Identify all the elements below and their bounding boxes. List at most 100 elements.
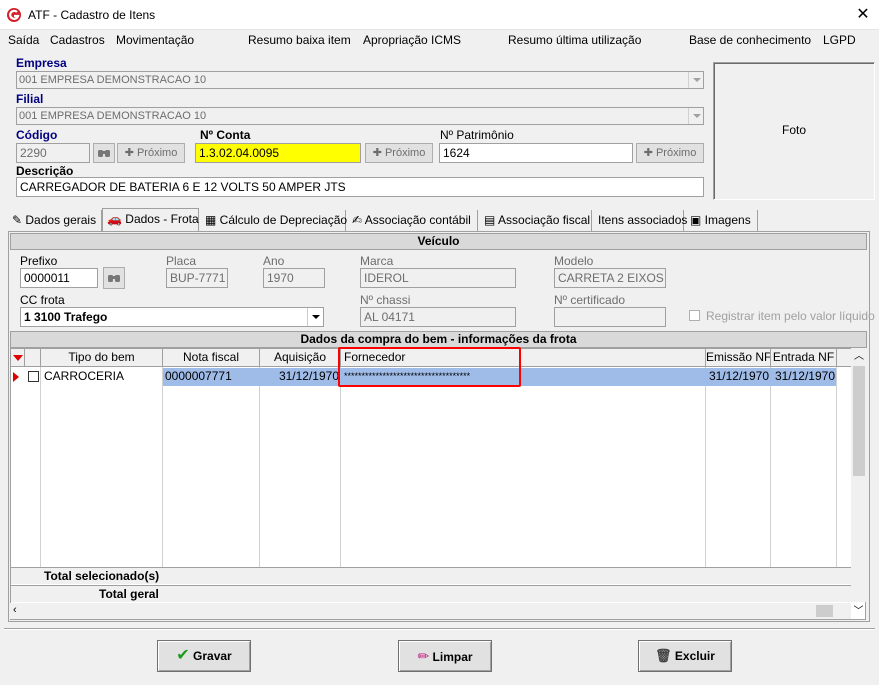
menu-resumo-baixa[interactable]: Resumo baixa item xyxy=(248,33,351,47)
col-nota-fiscal[interactable]: Nota fiscal xyxy=(163,349,260,367)
app-logo-icon xyxy=(7,8,21,22)
menu-resumo-ultima[interactable]: Resumo última utilização xyxy=(508,33,641,47)
col-emissao-nf[interactable]: Emissão NF xyxy=(706,349,771,367)
modelo-input: CARRETA 2 EIXOS BA xyxy=(554,268,666,288)
chassi-input: AL 04171 xyxy=(360,307,516,327)
tab-calculo-depreciacao[interactable]: ▦ Cálculo de Depreciação xyxy=(201,210,347,231)
col-tipo-bem[interactable]: Tipo do bem xyxy=(41,349,163,367)
cell-nota[interactable]: 0000007771 xyxy=(165,368,259,386)
excluir-button[interactable]: 🗑 Excluir xyxy=(638,640,732,672)
filial-value: 001 EMPRESA DEMONSTRACAO 10 xyxy=(19,110,207,122)
tab-associacao-contabil[interactable]: ✍ Associação contábil xyxy=(348,210,478,231)
scroll-thumb[interactable] xyxy=(816,605,833,617)
chassi-label: Nº chassi xyxy=(360,293,411,307)
menu-lgpd[interactable]: LGPD xyxy=(823,33,856,47)
registrar-checkbox[interactable] xyxy=(689,310,700,321)
plus-icon: ✚ xyxy=(643,147,656,159)
edit-icon: ✍ xyxy=(352,213,365,227)
document-icon: ▤ xyxy=(484,213,499,227)
cell-entrada[interactable]: 31/12/1970 xyxy=(771,368,835,386)
col-entrada-nf[interactable]: Entrada NF xyxy=(771,349,837,367)
ccfrota-label: CC frota xyxy=(20,293,65,307)
eraser-icon: ✏ xyxy=(417,648,430,664)
ccfrota-combo[interactable]: 1 3100 Trafego xyxy=(20,307,324,327)
total-selecionado-label: Total selecionado(s) xyxy=(44,569,160,583)
close-icon[interactable]: ✕ xyxy=(854,6,872,24)
checkmark-icon: ✔ xyxy=(176,647,190,664)
ano-input: 1970 xyxy=(263,268,325,288)
modelo-label: Modelo xyxy=(554,254,594,268)
compra-grid[interactable]: Tipo do bem Nota fiscal Aquisição Fornec… xyxy=(10,348,866,620)
registrar-label: Registrar item pelo valor líquido xyxy=(706,309,875,323)
menu-apropriacao-icms[interactable]: Apropriação ICMS xyxy=(363,33,461,47)
marca-input: IDEROL xyxy=(360,268,516,288)
photo-label: Foto xyxy=(781,123,806,137)
binoculars-icon xyxy=(108,275,120,282)
row-checkbox[interactable] xyxy=(28,371,39,382)
tab-associacao-fiscal[interactable]: ▤ Associação fiscal xyxy=(480,210,592,231)
limpar-button[interactable]: ✏ Limpar xyxy=(398,640,492,672)
patrimonio-label: Nº Patrimônio xyxy=(440,128,514,142)
certificado-label: Nº certificado xyxy=(554,293,626,307)
pencil-icon: ✎ xyxy=(12,213,26,227)
chevron-left-icon[interactable]: ‹ xyxy=(13,604,17,616)
cell-tipo[interactable]: CARROCERIA xyxy=(44,368,162,386)
placa-label: Placa xyxy=(166,254,197,268)
empresa-combo[interactable]: 001 EMPRESA DEMONSTRACAO 10 xyxy=(16,71,704,89)
tab-dados-frota[interactable]: 🚗 Dados - Frota xyxy=(102,208,199,231)
certificado-input xyxy=(554,307,666,327)
marca-label: Marca xyxy=(360,254,394,268)
chevron-down-icon[interactable] xyxy=(688,72,703,88)
chevron-up-icon[interactable]: ︿ xyxy=(854,352,864,362)
menu-cadastros[interactable]: Cadastros xyxy=(50,33,105,47)
conta-proximo-button[interactable]: ✚ Próximo xyxy=(365,143,433,163)
prefixo-label: Prefixo xyxy=(20,254,58,268)
veiculo-header: Veículo xyxy=(10,233,867,250)
photo-box[interactable]: Foto xyxy=(713,62,875,200)
images-icon: ▣ xyxy=(690,213,705,227)
menu-base-conhecimento[interactable]: Base de conhecimento xyxy=(689,33,811,47)
car-icon: 🚗 xyxy=(107,212,126,226)
tab-dados-gerais[interactable]: ✎ Dados gerais xyxy=(8,210,102,231)
gravar-button[interactable]: ✔ Gravar xyxy=(157,640,251,672)
cell-aquisicao[interactable]: 31/12/1970 xyxy=(260,368,339,386)
prefixo-search-button[interactable] xyxy=(103,267,125,289)
chevron-down-icon[interactable] xyxy=(688,108,703,124)
codigo-label: Código xyxy=(16,128,58,142)
grid-select-header xyxy=(25,349,41,367)
descricao-input[interactable]: CARREGADOR DE BATERIA 6 E 12 VOLTS 50 AM… xyxy=(16,177,704,197)
filial-label: Filial xyxy=(16,92,44,106)
grid-vertical-scrollbar[interactable]: ︿ xyxy=(851,348,866,602)
empresa-value: 001 EMPRESA DEMONSTRACAO 10 xyxy=(19,74,207,86)
tab-itens-associados[interactable]: Itens associados xyxy=(594,210,687,231)
chevron-down-icon[interactable] xyxy=(307,308,323,326)
empresa-label: Empresa xyxy=(16,56,67,70)
menu-movimentacao[interactable]: Movimentação xyxy=(116,33,194,47)
grid-horizontal-scrollbar[interactable]: ‹ xyxy=(10,603,851,619)
total-geral-label: Total geral xyxy=(99,587,159,601)
codigo-input[interactable]: 2290 xyxy=(16,143,90,163)
scroll-thumb[interactable] xyxy=(853,366,865,476)
patrimonio-input[interactable]: 1624 xyxy=(439,143,633,163)
plus-icon: ✚ xyxy=(124,147,137,159)
row-indicator-icon xyxy=(13,372,19,382)
codigo-proximo-button[interactable]: ✚ Próximo xyxy=(117,143,185,163)
search-binoculars-button[interactable] xyxy=(93,143,115,163)
conta-label: Nº Conta xyxy=(200,128,251,142)
conta-input[interactable]: 1.3.02.04.0095 xyxy=(195,143,361,163)
title-bar: ATF - Cadastro de Itens ✕ xyxy=(0,0,879,30)
plus-icon: ✚ xyxy=(372,147,385,159)
menu-saida[interactable]: Saída xyxy=(8,33,39,47)
filial-combo[interactable]: 001 EMPRESA DEMONSTRACAO 10 xyxy=(16,107,704,125)
tab-imagens[interactable]: ▣ Imagens xyxy=(686,210,758,231)
ano-label: Ano xyxy=(263,254,285,268)
trash-icon: 🗑 xyxy=(655,648,672,663)
fornecedor-highlight xyxy=(338,347,521,387)
col-aquisicao[interactable]: Aquisição xyxy=(260,349,341,367)
chevron-down-icon[interactable]: ﹀ xyxy=(851,602,866,620)
patrimonio-proximo-button[interactable]: ✚ Próximo xyxy=(636,143,704,163)
prefixo-input[interactable]: 0000011 xyxy=(20,268,98,288)
total-geral-row: Total geral xyxy=(11,585,852,602)
cell-emissao[interactable]: 31/12/1970 xyxy=(706,368,769,386)
binoculars-icon xyxy=(98,150,110,157)
